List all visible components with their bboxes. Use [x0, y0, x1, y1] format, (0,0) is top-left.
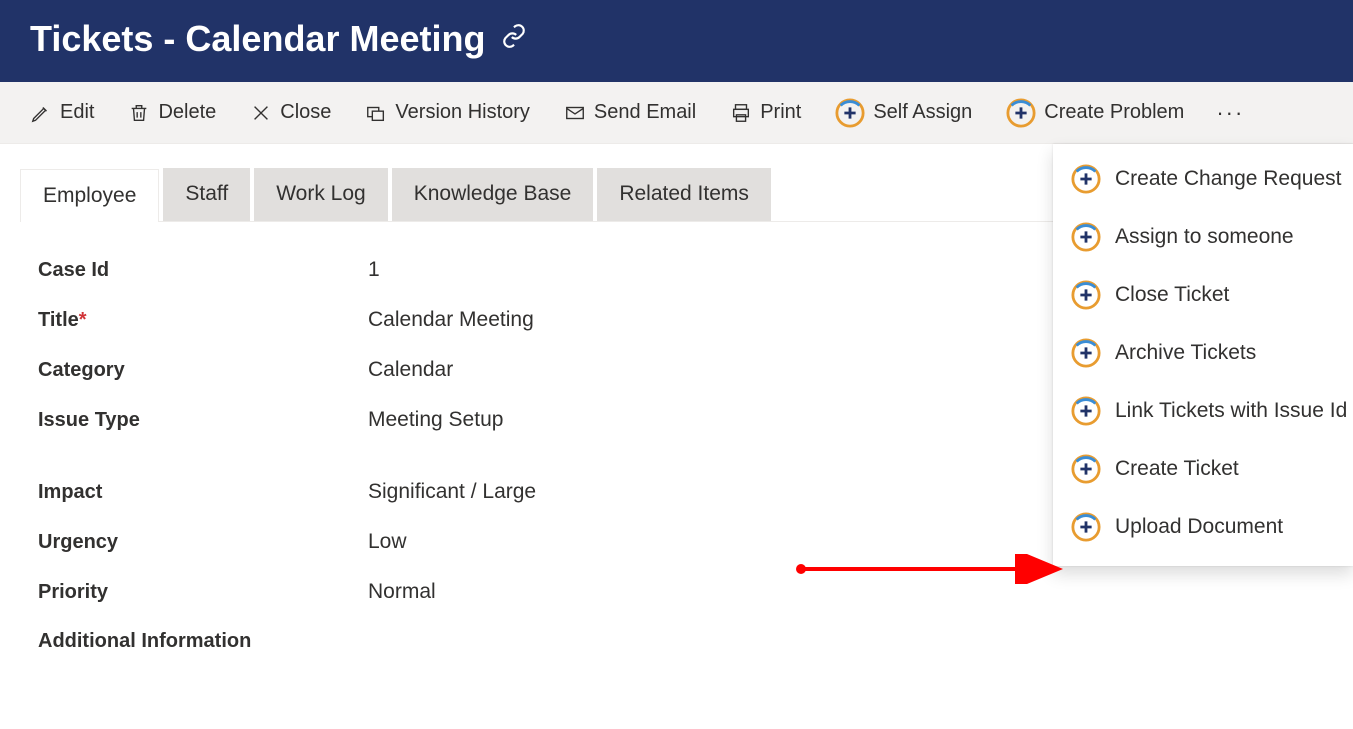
version-history-icon [365, 102, 387, 124]
dd-label: Close Ticket [1115, 283, 1229, 307]
page-title: Tickets - Calendar Meeting [30, 18, 485, 60]
case-id-value: 1 [368, 258, 380, 282]
plus-circle-icon [1071, 338, 1101, 368]
dd-assign-to-someone[interactable]: Assign to someone [1053, 208, 1353, 266]
title-value: Calendar Meeting [368, 308, 534, 332]
plus-circle-icon [1071, 512, 1101, 542]
version-history-label: Version History [395, 101, 530, 124]
category-label: Category [38, 359, 368, 382]
dd-label: Archive Tickets [1115, 341, 1256, 365]
plus-circle-icon [1071, 222, 1101, 252]
print-button[interactable]: Print [724, 97, 807, 128]
version-history-button[interactable]: Version History [359, 97, 536, 128]
content-area: Employee Staff Work Log Knowledge Base R… [0, 144, 1353, 653]
case-id-label: Case Id [38, 259, 368, 282]
issue-type-label: Issue Type [38, 409, 368, 432]
tab-employee[interactable]: Employee [20, 169, 159, 222]
plus-circle-icon [1006, 98, 1036, 128]
category-value: Calendar [368, 358, 453, 382]
plus-circle-icon [1071, 164, 1101, 194]
additional-info-label: Additional Information [38, 630, 368, 653]
close-button[interactable]: Close [244, 97, 337, 128]
delete-button[interactable]: Delete [122, 97, 222, 128]
tab-work-log[interactable]: Work Log [254, 168, 388, 221]
send-email-button[interactable]: Send Email [558, 97, 702, 128]
dd-archive-tickets[interactable]: Archive Tickets [1053, 324, 1353, 382]
create-problem-button[interactable]: Create Problem [1000, 94, 1190, 132]
create-problem-label: Create Problem [1044, 101, 1184, 124]
impact-label: Impact [38, 481, 368, 504]
tab-knowledge-base[interactable]: Knowledge Base [392, 168, 594, 221]
send-email-label: Send Email [594, 101, 696, 124]
issue-type-value: Meeting Setup [368, 408, 503, 432]
more-actions-button[interactable]: ··· [1212, 96, 1248, 130]
trash-icon [128, 102, 150, 124]
dd-label: Create Change Request [1115, 167, 1341, 191]
title-label: Title* [38, 309, 368, 332]
print-icon [730, 102, 752, 124]
dd-upload-document[interactable]: Upload Document [1053, 498, 1353, 556]
page-header: Tickets - Calendar Meeting [0, 0, 1353, 82]
priority-value: Normal [368, 580, 436, 604]
dd-close-ticket[interactable]: Close Ticket [1053, 266, 1353, 324]
edit-label: Edit [60, 101, 94, 124]
link-icon[interactable] [501, 23, 527, 56]
dd-label: Upload Document [1115, 515, 1283, 539]
delete-label: Delete [158, 101, 216, 124]
toolbar: Edit Delete Close Version History Send E… [0, 82, 1353, 144]
self-assign-button[interactable]: Self Assign [829, 94, 978, 132]
plus-circle-icon [835, 98, 865, 128]
dd-create-change-request[interactable]: Create Change Request [1053, 150, 1353, 208]
plus-circle-icon [1071, 454, 1101, 484]
edit-button[interactable]: Edit [24, 97, 100, 128]
close-icon [250, 102, 272, 124]
urgency-value: Low [368, 530, 407, 554]
pencil-icon [30, 102, 52, 124]
close-label: Close [280, 101, 331, 124]
dd-create-ticket[interactable]: Create Ticket [1053, 440, 1353, 498]
plus-circle-icon [1071, 396, 1101, 426]
priority-label: Priority [38, 581, 368, 604]
tab-related-items[interactable]: Related Items [597, 168, 771, 221]
self-assign-label: Self Assign [873, 101, 972, 124]
mail-icon [564, 102, 586, 124]
plus-circle-icon [1071, 280, 1101, 310]
dd-label: Assign to someone [1115, 225, 1294, 249]
dd-label: Link Tickets with Issue Id [1115, 399, 1347, 423]
print-label: Print [760, 101, 801, 124]
dd-label: Create Ticket [1115, 457, 1239, 481]
dd-link-tickets[interactable]: Link Tickets with Issue Id [1053, 382, 1353, 440]
urgency-label: Urgency [38, 531, 368, 554]
actions-dropdown: Create Change Request Assign to someone … [1053, 144, 1353, 566]
impact-value: Significant / Large [368, 480, 536, 504]
tab-staff[interactable]: Staff [163, 168, 250, 221]
